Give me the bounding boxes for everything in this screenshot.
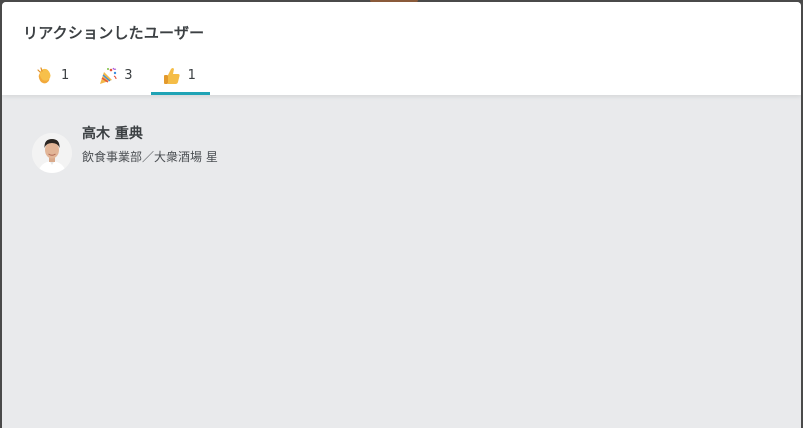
clapping-hands-icon [35, 66, 55, 86]
reactions-modal: リアクションしたユーザー 1 3 1 高木 重典 飲食事業部／大衆酒場 星 [2, 2, 801, 428]
avatar[interactable] [32, 133, 72, 173]
tab-thumbs-up[interactable]: 1 [149, 59, 211, 95]
tab-party-popper[interactable]: 3 [85, 59, 146, 92]
user-department: 飲食事業部／大衆酒場 星 [82, 150, 218, 164]
thumbs-up-icon [162, 66, 182, 86]
tab-count: 1 [187, 68, 196, 83]
modal-header: リアクションしたユーザー 1 3 1 [2, 2, 801, 95]
user-info: 高木 重典 飲食事業部／大衆酒場 星 [82, 124, 218, 166]
user-name[interactable]: 高木 重典 [82, 124, 218, 144]
tab-count: 3 [124, 68, 133, 83]
reaction-tabs: 1 3 1 [22, 59, 212, 95]
reacted-user-list: 高木 重典 飲食事業部／大衆酒場 星 [2, 95, 801, 428]
party-popper-icon [98, 66, 118, 86]
tab-count: 1 [61, 68, 70, 83]
list-item[interactable]: 高木 重典 飲食事業部／大衆酒場 星 [32, 126, 218, 173]
tab-clapping-hands[interactable]: 1 [22, 59, 83, 92]
modal-title: リアクションしたユーザー [23, 24, 205, 42]
